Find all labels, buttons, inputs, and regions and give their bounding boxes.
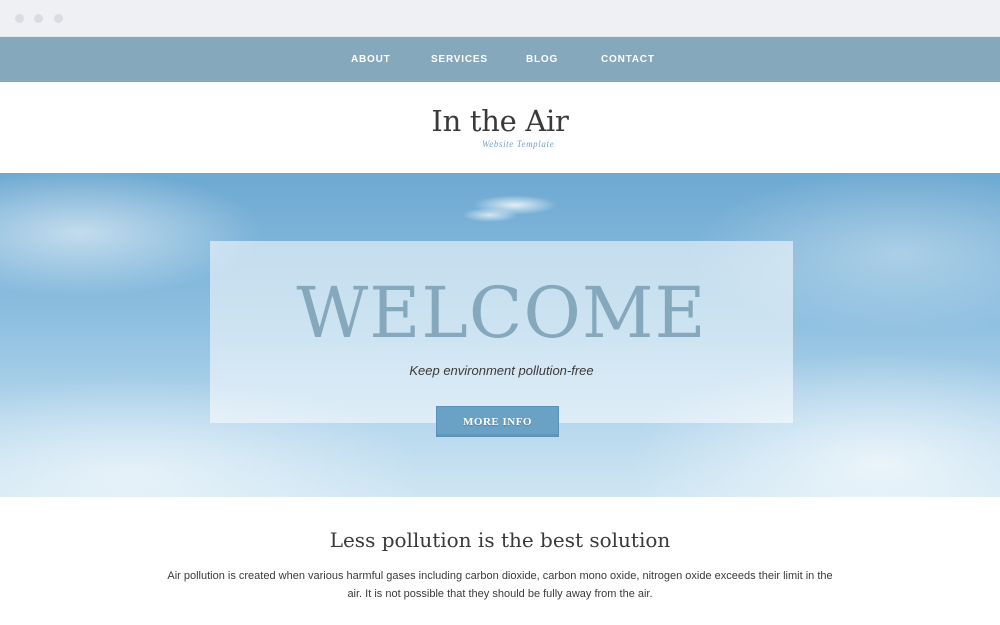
window-dot-icon [34, 14, 43, 23]
nav-link-blog[interactable]: BLOG [526, 37, 558, 82]
site-header: In the Air Website Template [0, 82, 1000, 173]
browser-chrome [0, 0, 1000, 37]
site-logo-title[interactable]: In the Air [0, 104, 1000, 138]
section-paragraph: Air pollution is created when various ha… [167, 570, 833, 600]
nav-link-services[interactable]: SERVICES [431, 37, 488, 82]
hero-banner: WELCOME Keep environment pollution-free … [0, 173, 1000, 497]
nav-link-contact[interactable]: CONTACT [601, 37, 655, 82]
nav-link-about[interactable]: ABOUT [351, 37, 391, 82]
main-nav: ABOUT SERVICES BLOG CONTACT [0, 37, 1000, 82]
more-info-button[interactable]: MORE INFO [436, 406, 559, 437]
intro-section: Less pollution is the best solution Air … [0, 497, 1000, 625]
section-heading: Less pollution is the best solution [329, 528, 671, 552]
hero-tagline: Keep environment pollution-free [409, 363, 594, 378]
site-logo-subtitle: Website Template [482, 139, 555, 149]
hero-panel: WELCOME Keep environment pollution-free [210, 241, 793, 423]
window-dot-icon [15, 14, 24, 23]
window-dot-icon [54, 14, 63, 23]
hero-title: WELCOME [296, 272, 707, 354]
